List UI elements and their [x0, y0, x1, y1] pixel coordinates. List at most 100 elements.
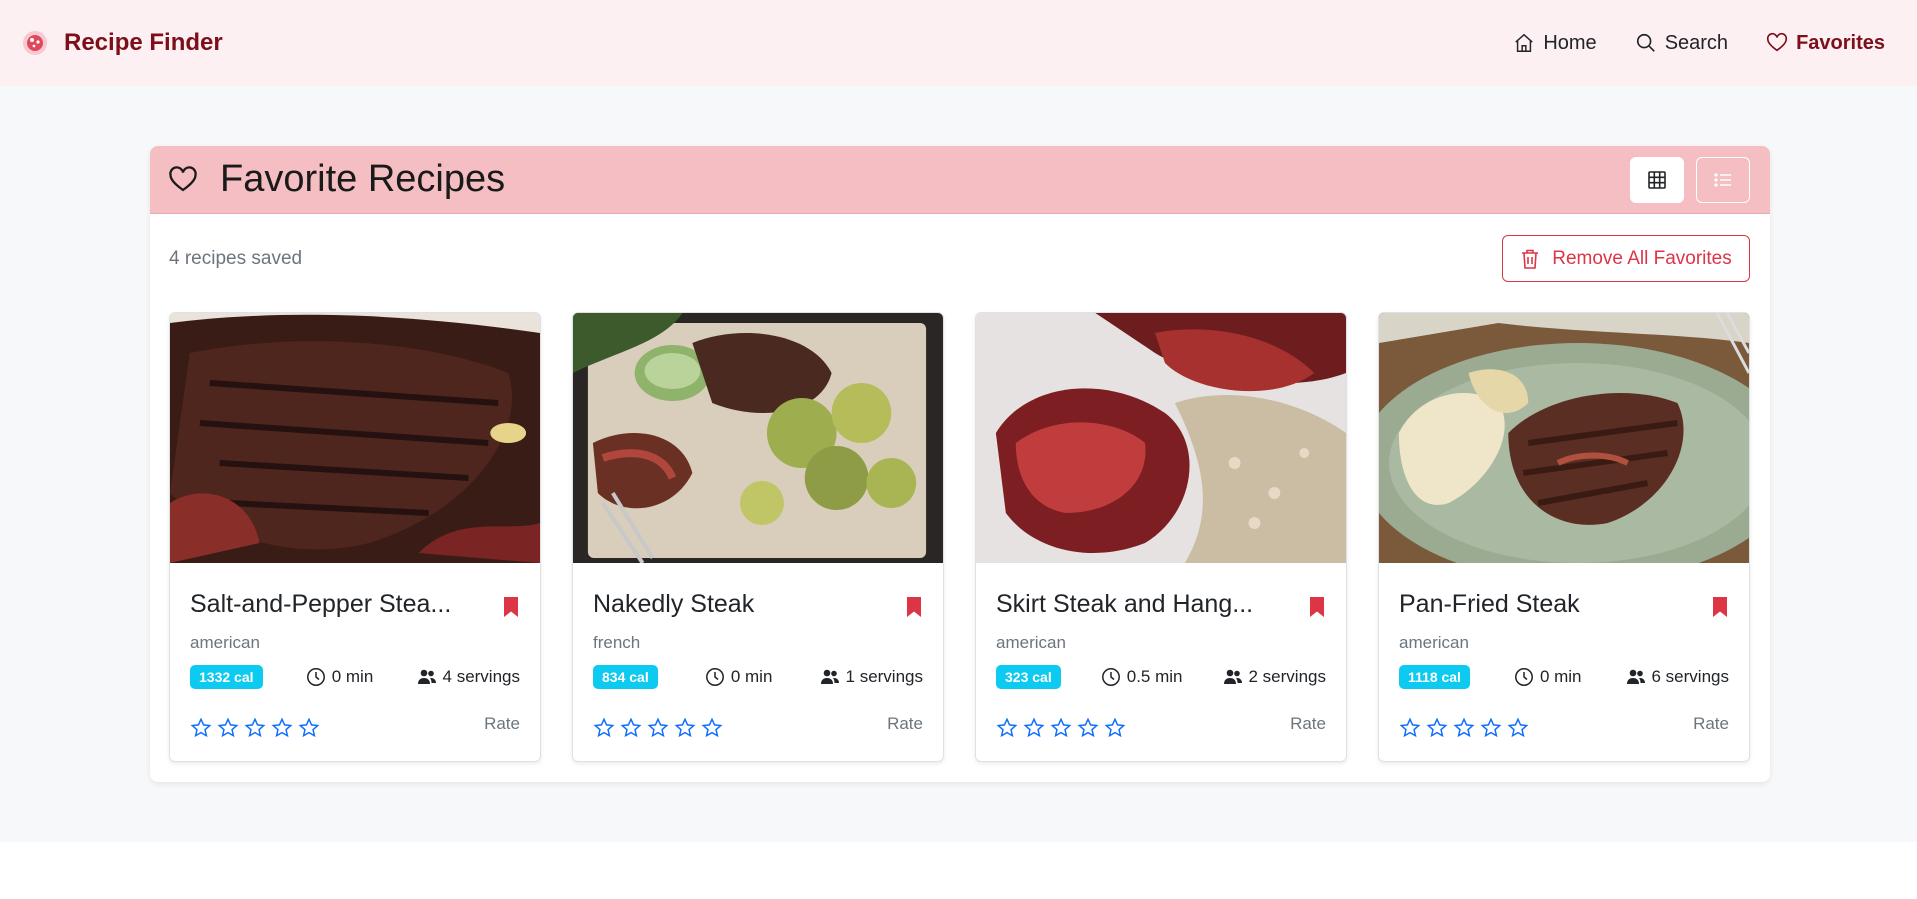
- people-icon: [820, 669, 839, 684]
- recipe-meta: 1118 cal 0 min 6 servings: [1399, 665, 1729, 689]
- recipe-time: 0 min: [705, 667, 773, 687]
- star-icon[interactable]: [217, 717, 239, 739]
- nav-link-search-label: Search: [1664, 31, 1729, 54]
- recipe-meta: 834 cal 0 min 1 servings: [593, 665, 923, 689]
- rating-row: Rate: [1399, 714, 1729, 739]
- recipe-servings-value: 6 servings: [1651, 667, 1729, 686]
- recipe-time: 0.5 min: [1101, 667, 1182, 687]
- house-icon: [1515, 33, 1534, 52]
- star-icon[interactable]: [271, 717, 293, 739]
- star-rating[interactable]: [1399, 717, 1529, 739]
- recipe-card-body: Nakedly Steak french 834 cal 0 min 1 ser…: [573, 568, 943, 739]
- star-icon[interactable]: [1023, 717, 1045, 739]
- star-icon[interactable]: [1426, 717, 1448, 739]
- rating-row: Rate: [996, 714, 1326, 739]
- nav-links: Home Search Favorites: [1513, 0, 1885, 86]
- recipe-card-body: Salt-and-Pepper Stea... american 1332 ca…: [170, 568, 540, 739]
- bookmark-icon[interactable]: [502, 596, 520, 618]
- star-icon[interactable]: [244, 717, 266, 739]
- star-icon[interactable]: [674, 717, 696, 739]
- clock-icon: [1514, 668, 1533, 686]
- nav-link-home[interactable]: Home: [1513, 31, 1597, 55]
- heart-icon: [169, 165, 197, 191]
- bookmark-icon[interactable]: [1711, 596, 1729, 618]
- remove-all-favorites-label: Remove All Favorites: [1552, 247, 1732, 269]
- recipe-card[interactable]: Skirt Steak and Hang... american 323 cal…: [975, 312, 1347, 762]
- star-icon[interactable]: [1104, 717, 1126, 739]
- recipe-cuisine: american: [1399, 633, 1469, 652]
- heart-icon: [1767, 32, 1788, 52]
- grid-icon: [1648, 171, 1666, 189]
- grid-view-button[interactable]: [1630, 157, 1684, 203]
- star-icon[interactable]: [1399, 717, 1421, 739]
- star-rating[interactable]: [593, 717, 723, 739]
- people-icon: [417, 669, 436, 684]
- star-icon[interactable]: [298, 717, 320, 739]
- grilled-skirt-steak-photo[interactable]: [170, 313, 540, 563]
- recipe-card[interactable]: Nakedly Steak french 834 cal 0 min 1 ser…: [572, 312, 944, 762]
- star-icon[interactable]: [593, 717, 615, 739]
- nav-link-favorites-label: Favorites: [1796, 31, 1885, 54]
- recipe-time: 0 min: [1514, 667, 1582, 687]
- recipe-title[interactable]: Pan-Fried Steak: [1399, 590, 1689, 619]
- clock-icon: [705, 668, 724, 686]
- star-icon[interactable]: [701, 717, 723, 739]
- favorites-header: Favorite Recipes: [150, 146, 1770, 214]
- star-icon[interactable]: [996, 717, 1018, 739]
- brand[interactable]: Recipe Finder: [20, 28, 223, 58]
- recipe-card[interactable]: Pan-Fried Steak american 1118 cal 0 min …: [1378, 312, 1750, 762]
- recipe-title[interactable]: Skirt Steak and Hang...: [996, 590, 1286, 619]
- recipe-servings-value: 4 servings: [442, 667, 520, 686]
- clock-icon: [1101, 668, 1120, 686]
- trash-icon: [1522, 249, 1539, 269]
- star-icon[interactable]: [1077, 717, 1099, 739]
- steak-with-roasted-cauliflower-photo[interactable]: [573, 313, 943, 565]
- star-icon[interactable]: [1507, 717, 1529, 739]
- nav-link-home-label: Home: [1543, 31, 1597, 54]
- recipe-grid: Salt-and-Pepper Stea... american 1332 ca…: [169, 312, 1750, 762]
- rate-label: Rate: [1693, 714, 1729, 733]
- bookmark-icon[interactable]: [905, 596, 923, 618]
- recipe-card[interactable]: Salt-and-Pepper Stea... american 1332 ca…: [169, 312, 541, 762]
- recipe-card-body: Skirt Steak and Hang... american 323 cal…: [976, 568, 1346, 739]
- bookmark-icon[interactable]: [1308, 596, 1326, 618]
- recipe-title[interactable]: Nakedly Steak: [593, 590, 883, 619]
- recipe-servings: 4 servings: [417, 667, 520, 687]
- recipe-cuisine: american: [190, 633, 260, 652]
- recipe-time-value: 0 min: [331, 667, 374, 686]
- star-icon[interactable]: [1050, 717, 1072, 739]
- rate-label: Rate: [887, 714, 923, 733]
- calories-badge: 834 cal: [593, 665, 658, 689]
- recipe-cuisine: french: [593, 633, 641, 652]
- remove-all-favorites-button[interactable]: Remove All Favorites: [1502, 235, 1750, 282]
- recipe-time-value: 0 min: [730, 667, 773, 686]
- recipe-meta: 323 cal 0.5 min 2 servings: [996, 665, 1326, 689]
- sliced-steak-with-risotto-photo[interactable]: [976, 313, 1346, 563]
- recipe-time-value: 0 min: [1539, 667, 1582, 686]
- star-rating[interactable]: [190, 717, 320, 739]
- star-icon[interactable]: [1453, 717, 1475, 739]
- nav-link-favorites[interactable]: Favorites: [1766, 32, 1885, 55]
- star-icon[interactable]: [190, 717, 212, 739]
- recipe-servings-value: 1 servings: [845, 667, 923, 686]
- nav-link-search[interactable]: Search: [1635, 32, 1728, 55]
- calories-badge: 323 cal: [996, 665, 1061, 689]
- star-icon[interactable]: [647, 717, 669, 739]
- recipes-count: 4 recipes saved: [169, 248, 303, 269]
- clock-icon: [306, 668, 325, 686]
- recipe-logo-icon: [23, 31, 47, 55]
- recipe-servings: 1 servings: [820, 667, 923, 687]
- recipe-title[interactable]: Salt-and-Pepper Stea...: [190, 590, 480, 619]
- star-icon[interactable]: [620, 717, 642, 739]
- star-rating[interactable]: [996, 717, 1126, 739]
- rating-row: Rate: [593, 714, 923, 739]
- star-icon[interactable]: [1480, 717, 1502, 739]
- recipe-cuisine: american: [996, 633, 1066, 652]
- list-icon: [1714, 173, 1731, 187]
- list-view-button[interactable]: [1696, 157, 1750, 203]
- navbar: Recipe Finder Home Search Favorites: [0, 0, 1917, 86]
- recipe-servings: 2 servings: [1223, 667, 1326, 687]
- steak-with-chips-platter-photo[interactable]: [1379, 313, 1749, 583]
- rating-row: Rate: [190, 714, 520, 739]
- calories-badge: 1332 cal: [190, 665, 263, 689]
